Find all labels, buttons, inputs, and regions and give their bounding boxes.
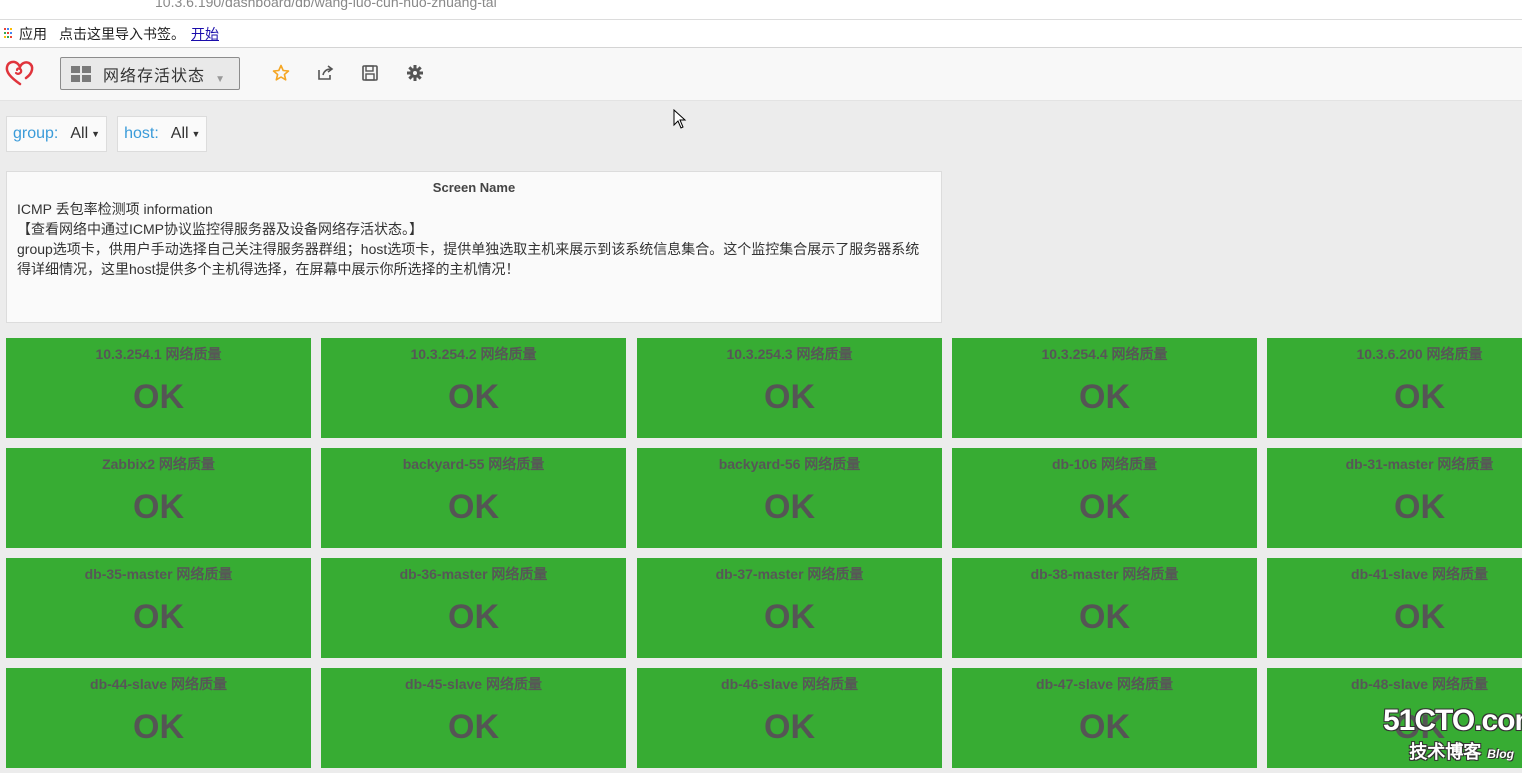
tile-title: db-31-master 网络质量 xyxy=(1345,456,1494,472)
tile-status: OK xyxy=(448,378,499,416)
tile-status: OK xyxy=(133,708,184,746)
text-panel: Screen Name ICMP 丢包率检测项 information 【查看网… xyxy=(6,171,942,323)
tile-title: Zabbix2 网络质量 xyxy=(102,456,215,472)
panel-title[interactable]: Screen Name xyxy=(7,180,941,195)
dashboard-picker[interactable]: 网络存活状态 ▼ xyxy=(60,57,240,90)
host-variable-value[interactable]: All xyxy=(171,125,189,143)
tile-status: OK xyxy=(1394,488,1445,526)
caret-down-icon: ▼ xyxy=(191,129,201,139)
singlestat-panel[interactable]: db-37-master 网络质量 OK xyxy=(637,558,942,658)
dashboard-grid-icon xyxy=(71,65,91,82)
watermark-sub: 技术博客 xyxy=(1409,742,1482,762)
tile-status: OK xyxy=(1394,378,1445,416)
apps-label[interactable]: 应用 xyxy=(19,24,47,44)
panel-line: ICMP 丢包率检测项 information xyxy=(17,201,213,217)
singlestat-panel[interactable]: backyard-55 网络质量 OK xyxy=(321,448,626,548)
tile-title: db-45-slave 网络质量 xyxy=(405,676,542,692)
group-variable-value[interactable]: All xyxy=(70,125,88,143)
singlestat-panel[interactable]: 10.3.254.2 网络质量 OK xyxy=(321,338,626,438)
tile-title: 10.3.254.2 网络质量 xyxy=(410,346,537,362)
tile-status: OK xyxy=(448,598,499,636)
address-bar-url[interactable]: 10.3.6.190/dashboard/db/wang-luo-cun-huo… xyxy=(155,0,497,10)
tile-status: OK xyxy=(764,378,815,416)
tile-title: backyard-55 网络质量 xyxy=(402,456,545,472)
singlestat-panel[interactable]: db-47-slave 网络质量 OK xyxy=(952,668,1257,768)
browser-address-strip: 10.3.6.190/dashboard/db/wang-luo-cun-huo… xyxy=(0,0,1522,20)
tile-title: db-37-master 网络质量 xyxy=(715,566,864,582)
panel-body: ICMP 丢包率检测项 information 【查看网络中通过ICMP协议监控… xyxy=(7,195,941,279)
tile-title: db-41-slave 网络质量 xyxy=(1351,566,1488,582)
watermark-logo: 51CTO.com 技术博客 Blog xyxy=(1383,704,1522,764)
singlestat-panel[interactable]: db-36-master 网络质量 OK xyxy=(321,558,626,658)
host-variable-dropdown[interactable]: host: All ▼ xyxy=(117,116,208,152)
tile-status: OK xyxy=(764,488,815,526)
singlestat-panel[interactable]: db-106 网络质量 OK xyxy=(952,448,1257,548)
tile-status: OK xyxy=(1079,708,1130,746)
tile-title: db-44-slave 网络质量 xyxy=(90,676,227,692)
bookmarks-bar: 应用 点击这里导入书签。 开始 xyxy=(0,20,1522,48)
tile-title: 10.3.254.4 网络质量 xyxy=(1041,346,1168,362)
tile-status: OK xyxy=(1394,598,1445,636)
group-variable-dropdown[interactable]: group: All ▼ xyxy=(6,116,108,152)
tile-title: db-48-slave 网络质量 xyxy=(1351,676,1488,692)
tile-title: 10.3.254.3 网络质量 xyxy=(726,346,853,362)
tile-status: OK xyxy=(1079,598,1130,636)
caret-down-icon: ▼ xyxy=(91,129,101,139)
tile-status: OK xyxy=(764,708,815,746)
template-variables: group: All ▼ host: All ▼ xyxy=(6,116,217,152)
star-icon[interactable] xyxy=(272,64,290,82)
share-icon[interactable] xyxy=(317,64,335,82)
singlestat-panel[interactable]: 10.3.254.3 网络质量 OK xyxy=(637,338,942,438)
panel-line: 得详细情况，这里host提供多个主机得选择，在屏幕中展示你所选择的主机情况！ xyxy=(17,261,520,277)
tile-title: 10.3.6.200 网络质量 xyxy=(1356,346,1483,362)
tile-title: db-47-slave 网络质量 xyxy=(1036,676,1173,692)
save-icon[interactable] xyxy=(361,64,379,82)
heart-logo-icon[interactable] xyxy=(4,58,36,93)
chevron-down-icon: ▼ xyxy=(215,74,225,85)
singlestat-panel[interactable]: db-35-master 网络质量 OK xyxy=(6,558,311,658)
singlestat-panel[interactable]: db-31-master 网络质量 OK xyxy=(1267,448,1522,548)
tile-status: OK xyxy=(133,378,184,416)
dashboard-toolbar: 网络存活状态 ▼ xyxy=(0,48,1522,101)
tile-title: backyard-56 网络质量 xyxy=(718,456,861,472)
panel-line: 【查看网络中通过ICMP协议监控得服务器及设备网络存活状态。】 xyxy=(17,221,423,237)
tile-status: OK xyxy=(448,708,499,746)
tile-title: db-106 网络质量 xyxy=(1051,456,1157,472)
singlestat-panel[interactable]: db-38-master 网络质量 OK xyxy=(952,558,1257,658)
tile-status: OK xyxy=(764,598,815,636)
apps-icon[interactable] xyxy=(4,27,13,40)
import-bookmarks-text: 点击这里导入书签。 xyxy=(59,25,185,42)
tile-status: OK xyxy=(133,598,184,636)
dashboard-title: 网络存活状态 xyxy=(103,67,206,85)
tile-status: OK xyxy=(1079,378,1130,416)
tile-title: db-36-master 网络质量 xyxy=(399,566,548,582)
tile-title: db-46-slave 网络质量 xyxy=(721,676,858,692)
singlestat-panel[interactable]: 10.3.254.4 网络质量 OK xyxy=(952,338,1257,438)
tile-title: 10.3.254.1 网络质量 xyxy=(95,346,222,362)
gear-icon[interactable] xyxy=(406,64,424,82)
tile-title: db-38-master 网络质量 xyxy=(1030,566,1179,582)
start-link[interactable]: 开始 xyxy=(191,24,219,44)
singlestat-panel[interactable]: db-45-slave 网络质量 OK xyxy=(321,668,626,768)
singlestat-panel[interactable]: Zabbix2 网络质量 OK xyxy=(6,448,311,548)
singlestat-panel[interactable]: 10.3.6.200 网络质量 OK xyxy=(1267,338,1522,438)
tile-title: db-35-master 网络质量 xyxy=(84,566,233,582)
singlestat-panel[interactable]: db-41-slave 网络质量 OK xyxy=(1267,558,1522,658)
watermark-main: 51CTO.com xyxy=(1383,704,1522,737)
singlestat-panel[interactable]: db-44-slave 网络质量 OK xyxy=(6,668,311,768)
singlestat-panel[interactable]: 10.3.254.1 网络质量 OK xyxy=(6,338,311,438)
singlestat-panel[interactable]: backyard-56 网络质量 OK xyxy=(637,448,942,548)
mouse-cursor-icon xyxy=(673,108,687,134)
tile-status: OK xyxy=(133,488,184,526)
tile-status: OK xyxy=(1079,488,1130,526)
panel-line: group选项卡，供用户手动选择自己关注得服务器群组；host选项卡，提供单独选… xyxy=(17,241,920,257)
host-variable-label: host: xyxy=(124,125,159,142)
tile-status: OK xyxy=(448,488,499,526)
singlestat-panel[interactable]: db-46-slave 网络质量 OK xyxy=(637,668,942,768)
group-variable-label: group: xyxy=(13,125,59,142)
watermark-blog: Blog xyxy=(1487,747,1514,761)
